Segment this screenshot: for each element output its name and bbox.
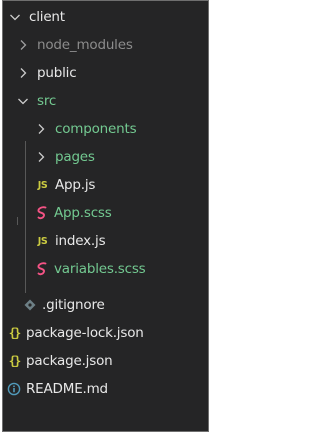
file-package-json[interactable]: {} package.json [3,349,208,373]
file-package-lock-json[interactable]: {} package-lock.json [3,321,208,345]
sass-file-icon [35,261,49,277]
chevron-right-icon [33,121,49,137]
file-label: README.md [26,381,108,397]
folder-label: src [37,93,57,109]
chevron-down-icon [15,93,31,109]
file-label: App.scss [54,205,112,221]
file-app-scss[interactable]: App.scss [3,201,208,225]
folder-public[interactable]: public [3,61,208,85]
folder-components[interactable]: components [3,117,208,141]
folder-label: public [37,65,77,81]
file-label: .gitignore [42,297,105,313]
folder-pages[interactable]: pages [3,145,208,169]
chevron-right-icon [33,149,49,165]
sass-file-icon [35,205,49,221]
file-label: package.json [26,353,113,369]
file-label: index.js [55,233,106,249]
js-file-icon: JS [37,235,48,247]
folder-label: pages [55,149,95,165]
json-file-icon: {} [8,354,21,368]
file-label: App.js [55,177,96,193]
file-index-js[interactable]: JS index.js [3,229,208,253]
folder-label: client [29,9,65,25]
file-gitignore[interactable]: .gitignore [3,293,208,317]
folder-node-modules[interactable]: node_modules [3,33,208,57]
file-readme-md[interactable]: README.md [3,377,208,401]
folder-label: components [55,121,137,137]
folder-label: node_modules [37,37,133,53]
file-app-js[interactable]: JS App.js [3,173,208,197]
json-file-icon: {} [8,326,21,340]
file-label: package-lock.json [26,325,144,341]
git-file-icon [23,298,37,312]
file-explorer: client node_modules public src component… [2,0,209,432]
file-label: variables.scss [54,261,146,277]
chevron-down-icon [7,9,23,25]
js-file-icon: JS [37,179,48,191]
chevron-right-icon [15,65,31,81]
file-variables-scss[interactable]: variables.scss [3,257,208,281]
chevron-right-icon [15,37,31,53]
folder-client[interactable]: client [3,5,208,29]
info-file-icon [7,382,21,396]
folder-src[interactable]: src [3,89,208,113]
